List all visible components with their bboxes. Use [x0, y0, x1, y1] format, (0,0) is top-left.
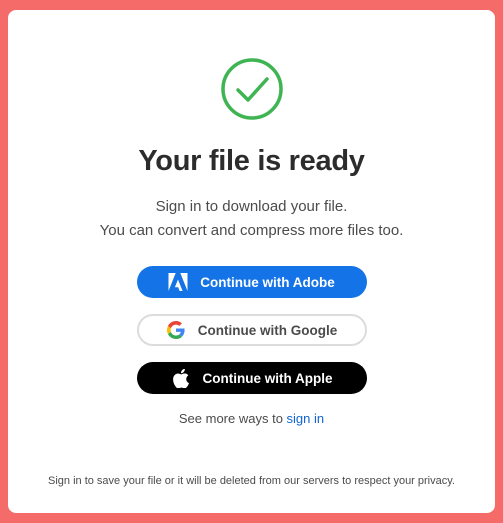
google-button-label: Continue with Google — [197, 322, 338, 338]
subtitle-line-2: You can convert and compress more files … — [99, 222, 404, 239]
google-logo-icon — [166, 320, 186, 340]
check-circle-icon — [220, 58, 283, 120]
adobe-button-label: Continue with Adobe — [200, 274, 335, 290]
continue-with-google-button[interactable]: Continue with Google — [136, 314, 367, 346]
sign-in-link[interactable]: sign in — [287, 411, 325, 426]
sign-in-card: Your file is ready Sign in to download y… — [8, 10, 495, 513]
apple-logo-icon — [171, 368, 191, 388]
more-prefix-text: See more ways to — [178, 411, 287, 426]
apple-button-label: Continue with Apple — [202, 370, 333, 386]
adobe-logo-icon — [168, 272, 188, 292]
subtitle: Sign in to download your file. You can c… — [100, 195, 404, 243]
privacy-footer-text: Sign in to save your file or it will be … — [48, 475, 455, 487]
page-title: Your file is ready — [138, 145, 365, 177]
continue-with-adobe-button[interactable]: Continue with Adobe — [136, 266, 367, 298]
subtitle-line-1: Sign in to download your file. — [155, 198, 348, 215]
continue-with-apple-button[interactable]: Continue with Apple — [136, 362, 367, 394]
more-sign-in-options: See more ways to sign in — [179, 411, 324, 426]
